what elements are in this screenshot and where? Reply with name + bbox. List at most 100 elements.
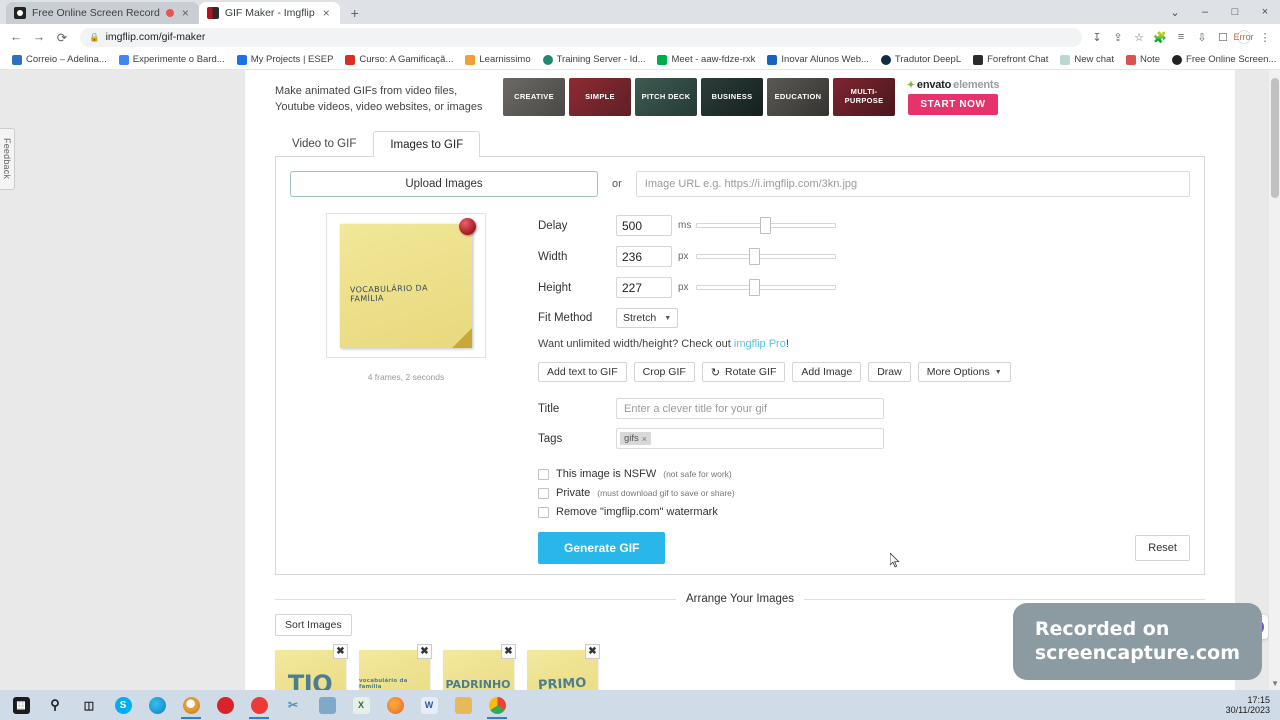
bookmark-item[interactable]: Learnissimo [459, 51, 536, 68]
bookmark-item[interactable]: New chat [1054, 51, 1120, 68]
reading-list-icon[interactable]: ≡ [1174, 30, 1188, 44]
address-bar[interactable]: 🔒 imgflip.com/gif-maker [80, 27, 1082, 47]
bookmark-item[interactable]: My Projects | ESEP [231, 51, 340, 68]
add-image-button[interactable]: Add Image [792, 362, 862, 382]
scrollbar-thumb[interactable] [1271, 78, 1279, 198]
height-input[interactable]: 227 [616, 277, 672, 298]
private-checkbox[interactable] [538, 487, 549, 499]
bookmark-item[interactable]: Note [1120, 51, 1166, 68]
skype-icon[interactable]: S [106, 690, 140, 720]
bookmark-item[interactable]: Experimente o Bard... [113, 51, 231, 68]
ad-card[interactable]: CREATIVE [503, 78, 565, 116]
frame-thumbnail[interactable]: PRIMO ✖ primo.png [527, 644, 600, 690]
bookmark-item[interactable]: Tradutor DeepL [875, 51, 967, 68]
tab-video-to-gif[interactable]: Video to GIF [275, 130, 373, 156]
generate-gif-button[interactable]: Generate GIF [538, 532, 666, 564]
excel-icon[interactable]: X [344, 690, 378, 720]
scroll-down-icon[interactable]: ▼ [1271, 679, 1279, 688]
ad-card[interactable]: SIMPLE [569, 78, 631, 116]
browser-tab-screen-recorder[interactable]: Free Online Screen Record × [6, 2, 199, 24]
sort-images-button[interactable]: Sort Images [275, 614, 352, 636]
ad-card[interactable]: EDUCATION [767, 78, 829, 116]
rotate-gif-button[interactable]: ↻ Rotate GIF [701, 362, 786, 382]
close-window-button[interactable]: × [1250, 0, 1280, 24]
word-icon[interactable]: W [412, 690, 446, 720]
back-icon[interactable]: ← [6, 27, 26, 47]
search-icon[interactable]: ⚲ [38, 690, 72, 720]
frame-thumbnail[interactable]: PADRINHO ✖ padrinho.png [443, 644, 516, 690]
bookmark-star-icon[interactable]: ☆ [1132, 30, 1146, 44]
share-icon[interactable]: ⇪ [1111, 30, 1125, 44]
gif-preview[interactable]: VOCABULÁRIO DA FAMÍLIA [326, 213, 486, 358]
tab-close-icon[interactable]: × [180, 7, 191, 19]
chrome-menu-icon[interactable]: ⋮ [1258, 30, 1272, 44]
width-input[interactable]: 236 [616, 246, 672, 267]
snip-icon[interactable]: ✂ [276, 690, 310, 720]
clock-time[interactable]: 17:15 [1247, 695, 1270, 705]
delay-slider[interactable] [696, 217, 836, 234]
reset-button[interactable]: Reset [1135, 535, 1190, 561]
remove-frame-icon[interactable]: ✖ [333, 644, 348, 659]
paint-icon[interactable] [310, 690, 344, 720]
nsfw-checkbox-row[interactable]: This image is NSFW (not safe for work) [538, 468, 1190, 480]
task-view-icon[interactable]: ◫ [72, 690, 106, 720]
opera-icon[interactable] [208, 690, 242, 720]
vivaldi-icon[interactable] [242, 690, 276, 720]
fit-method-select[interactable]: Stretch ▼ [616, 308, 679, 328]
bookmark-item[interactable]: Inovar Alunos Web... [761, 51, 875, 68]
bookmark-item[interactable]: Meet - aaw-fdze-rxk [651, 51, 761, 68]
bookmark-item[interactable]: Correio – Adelina... [6, 51, 113, 68]
firefox-icon[interactable] [378, 690, 412, 720]
install-icon[interactable]: ↧ [1090, 30, 1104, 44]
chrome-icon[interactable] [480, 690, 514, 720]
ad-card[interactable]: MULTI-PURPOSE [833, 78, 895, 116]
height-slider[interactable] [696, 279, 836, 296]
remove-frame-icon[interactable]: ✖ [417, 644, 432, 659]
remove-frame-icon[interactable]: ✖ [501, 644, 516, 659]
maximize-button[interactable]: □ [1220, 0, 1250, 24]
private-checkbox-row[interactable]: Private (must download gif to save or sh… [538, 487, 1190, 499]
tab-search-icon[interactable]: ⌄ [1160, 0, 1190, 24]
frame-thumbnail[interactable]: vocabulário da família ✖ voc.png [359, 644, 432, 690]
tab-images-to-gif[interactable]: Images to GIF [373, 131, 481, 157]
page-scrollbar[interactable]: ▼ [1269, 70, 1280, 690]
nsfw-checkbox[interactable] [538, 468, 549, 480]
slider-thumb[interactable] [749, 279, 761, 296]
ad-card-list[interactable]: CREATIVE SIMPLE PITCH DECK BUSINESS EDUC… [503, 78, 1003, 116]
forward-icon[interactable]: → [29, 27, 49, 47]
start-now-button[interactable]: START NOW [908, 94, 998, 115]
crop-gif-button[interactable]: Crop GIF [633, 362, 695, 382]
tag-remove-icon[interactable]: × [642, 434, 647, 444]
add-text-to-gif-button[interactable]: Add text to GIF [538, 362, 627, 382]
frame-thumbnail[interactable]: TIO ✖ tio.png [275, 644, 348, 690]
start-icon[interactable]: ▦ [4, 690, 38, 720]
width-slider[interactable] [696, 248, 836, 265]
explorer-icon[interactable] [446, 690, 480, 720]
tab-close-icon[interactable]: × [321, 7, 332, 19]
tags-input[interactable]: gifs × [616, 428, 884, 449]
new-tab-button[interactable]: + [344, 2, 366, 24]
opera-gx-icon[interactable] [174, 690, 208, 720]
remove-frame-icon[interactable]: ✖ [585, 644, 600, 659]
clock-date[interactable]: 30/11/2023 [1226, 705, 1270, 715]
tag-chip[interactable]: gifs × [620, 432, 652, 445]
bookmark-item[interactable]: Forefront Chat [967, 51, 1054, 68]
imgflip-pro-link[interactable]: imgflip Pro [734, 338, 786, 350]
minimize-button[interactable]: – [1190, 0, 1220, 24]
slider-thumb[interactable] [749, 248, 761, 265]
watermark-checkbox[interactable] [538, 506, 549, 518]
edge-icon[interactable] [140, 690, 174, 720]
delay-input[interactable]: 500 [616, 215, 672, 236]
title-input[interactable]: Enter a clever title for your gif [616, 398, 884, 419]
ad-card[interactable]: PITCH DECK [635, 78, 697, 116]
bookmark-item[interactable]: Training Server - Id... [537, 51, 652, 68]
bookmark-item[interactable]: Curso: A Gamificaçã... [339, 51, 459, 68]
watermark-checkbox-row[interactable]: Remove "imgflip.com" watermark [538, 506, 1190, 518]
image-url-input[interactable]: Image URL e.g. https://i.imgflip.com/3kn… [635, 171, 1190, 197]
slider-thumb[interactable] [760, 217, 772, 234]
ad-card[interactable]: BUSINESS [701, 78, 763, 116]
feedback-tab[interactable]: Feedback [0, 128, 15, 190]
extensions-puzzle-icon[interactable]: 🧩 [1153, 30, 1167, 44]
sidepanel-icon[interactable]: ☐ [1216, 30, 1230, 44]
profile-chip[interactable]: Error [1234, 30, 1254, 44]
